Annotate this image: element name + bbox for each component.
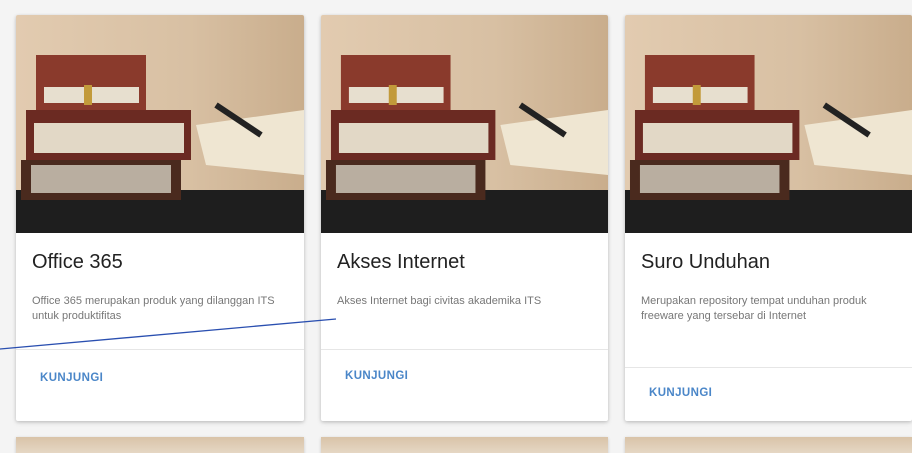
card-description: Office 365 merupakan produk yang dilangg… <box>32 295 275 322</box>
card-peek <box>321 437 608 453</box>
card-peek <box>625 437 912 453</box>
card-akses-internet: Akses Internet Akses Internet bagi civit… <box>321 15 608 421</box>
service-card-grid: Office 365 Office 365 merupakan produk y… <box>0 0 912 453</box>
card-description: Akses Internet bagi civitas akademika IT… <box>337 295 542 307</box>
card-description: Merupakan repository tempat unduhan prod… <box>641 295 867 322</box>
card-title: Office 365 <box>32 251 123 273</box>
visit-button[interactable]: KUNJUNGI <box>40 372 103 384</box>
card-title: Suro Unduhan <box>641 251 770 273</box>
card-divider <box>16 349 304 350</box>
card-suro-unduhan: Suro Unduhan Merupakan repository tempat… <box>625 15 912 421</box>
visit-button[interactable]: KUNJUNGI <box>649 387 712 399</box>
card-divider <box>321 349 608 350</box>
visit-button[interactable]: KUNJUNGI <box>345 370 408 382</box>
books-photo-icon <box>625 15 912 233</box>
card-title: Akses Internet <box>337 251 465 273</box>
card-office-365: Office 365 Office 365 merupakan produk y… <box>16 15 304 421</box>
card-peek <box>16 437 304 453</box>
books-photo-icon <box>321 15 608 233</box>
books-photo-icon <box>16 15 304 233</box>
card-divider <box>625 367 912 368</box>
